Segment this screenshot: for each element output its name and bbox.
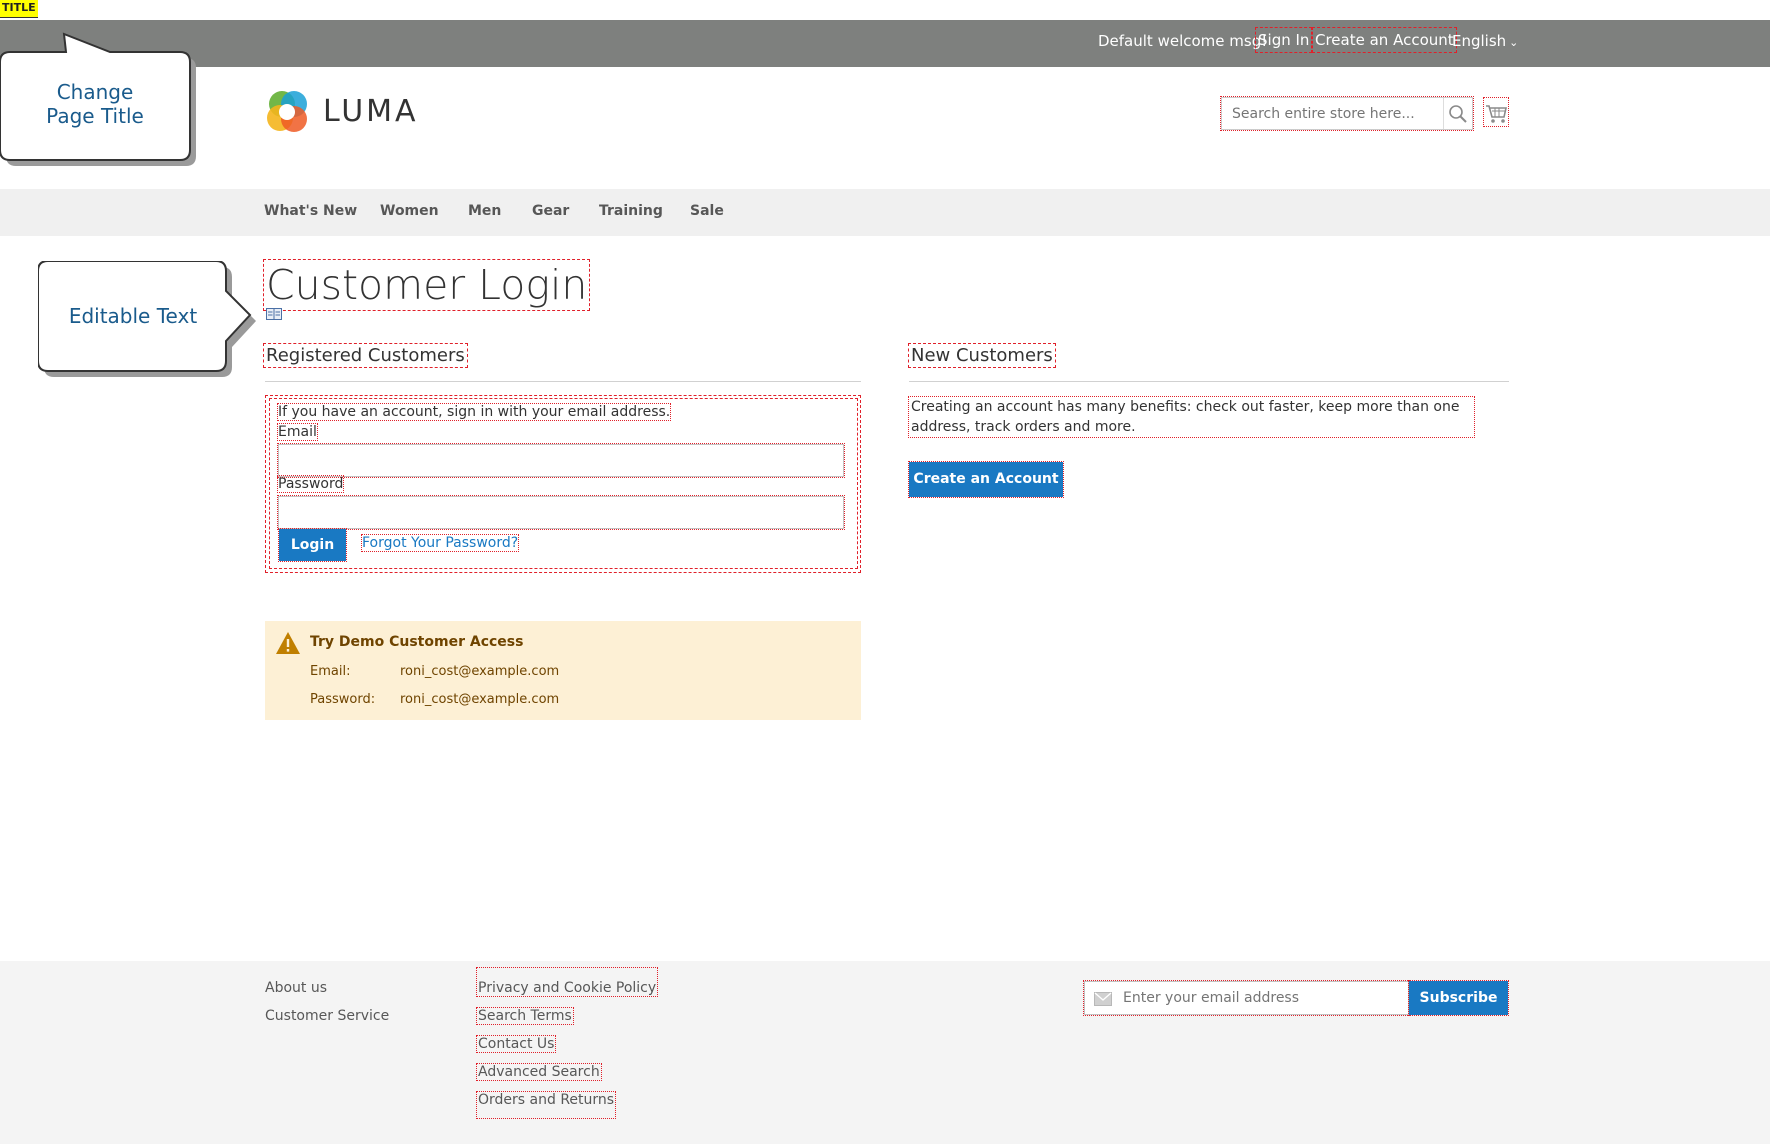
book-icon[interactable] [266,308,282,320]
password-field[interactable] [277,495,845,530]
sign-in-link[interactable]: Sign In [1254,27,1313,53]
subscribe-button[interactable]: Subscribe [1408,980,1509,1016]
title-badge[interactable]: TITLE [0,0,38,18]
language-switcher[interactable]: English ⌄ [1452,32,1518,50]
logo-text[interactable]: LUMA [323,94,419,129]
callout-line-1: Change [56,80,134,104]
newsletter-box[interactable] [1083,980,1410,1016]
mail-icon [1094,992,1112,1006]
top-bar: Default welcome msg! Sign In Create an A… [0,20,1770,67]
change-page-title-callout[interactable]: Change Page Title [0,80,190,128]
editable-text-callout[interactable]: Editable Text [38,304,228,328]
chevron-down-icon: ⌄ [1509,36,1519,49]
search-divider [1443,98,1444,129]
welcome-message: Default welcome msg! [1098,32,1268,50]
footer-link-customer-service[interactable]: Customer Service [264,1008,390,1024]
login-form [269,398,858,569]
demo-title: Try Demo Customer Access [310,634,524,650]
divider [265,381,861,382]
demo-password-label: Password: [310,692,376,707]
nav-item-men[interactable]: Men [468,203,501,219]
demo-password-value: roni_cost@example.com [400,692,560,707]
main-navigation: What's New Women Men Gear Training Sale [0,189,1770,236]
nav-item-women[interactable]: Women [380,203,439,219]
demo-email-label: Email: [310,664,351,679]
footer-link-advanced-search[interactable]: Advanced Search [476,1063,602,1081]
nav-item-whats-new[interactable]: What's New [264,203,357,219]
footer-link-contact-us[interactable]: Contact Us [475,1035,557,1053]
demo-access-notice: Try Demo Customer Access Email: roni_cos… [265,621,861,720]
email-field[interactable] [277,443,845,478]
login-intro-text[interactable]: If you have an account, sign in with you… [276,403,672,421]
search-icon[interactable] [1448,104,1468,124]
footer-link-privacy[interactable]: Privacy and Cookie Policy [475,967,659,997]
newsletter-email-input[interactable] [1121,982,1401,1014]
footer-link-orders-returns[interactable]: Orders and Returns [475,1091,617,1119]
registered-customers-heading[interactable]: Registered Customers [263,343,468,368]
callout-line-2: Page Title [46,104,144,128]
search-box[interactable] [1220,96,1474,131]
page-title[interactable]: Customer Login [262,259,591,311]
footer-link-about-us[interactable]: About us [264,980,328,996]
login-button[interactable]: Login [278,528,347,562]
new-customers-heading[interactable]: New Customers [908,343,1056,368]
create-account-link[interactable]: Create an Account [1312,27,1457,53]
divider [909,381,1509,382]
search-input[interactable] [1222,98,1442,129]
forgot-password-link[interactable]: Forgot Your Password? [360,534,520,552]
demo-email-value: roni_cost@example.com [400,664,560,679]
language-label: English [1452,32,1507,50]
password-label[interactable]: Password [276,475,345,493]
nav-item-sale[interactable]: Sale [690,203,724,219]
warning-icon [276,632,300,654]
create-account-button[interactable]: Create an Account [908,461,1064,498]
new-customers-text[interactable]: Creating an account has many benefits: c… [908,396,1475,438]
cart-icon[interactable] [1483,97,1509,127]
nav-item-gear[interactable]: Gear [532,203,569,219]
email-label[interactable]: Email [277,423,318,441]
luma-logo-icon [267,91,307,132]
nav-item-training[interactable]: Training [599,203,663,219]
footer-link-search-terms[interactable]: Search Terms [476,1007,574,1025]
